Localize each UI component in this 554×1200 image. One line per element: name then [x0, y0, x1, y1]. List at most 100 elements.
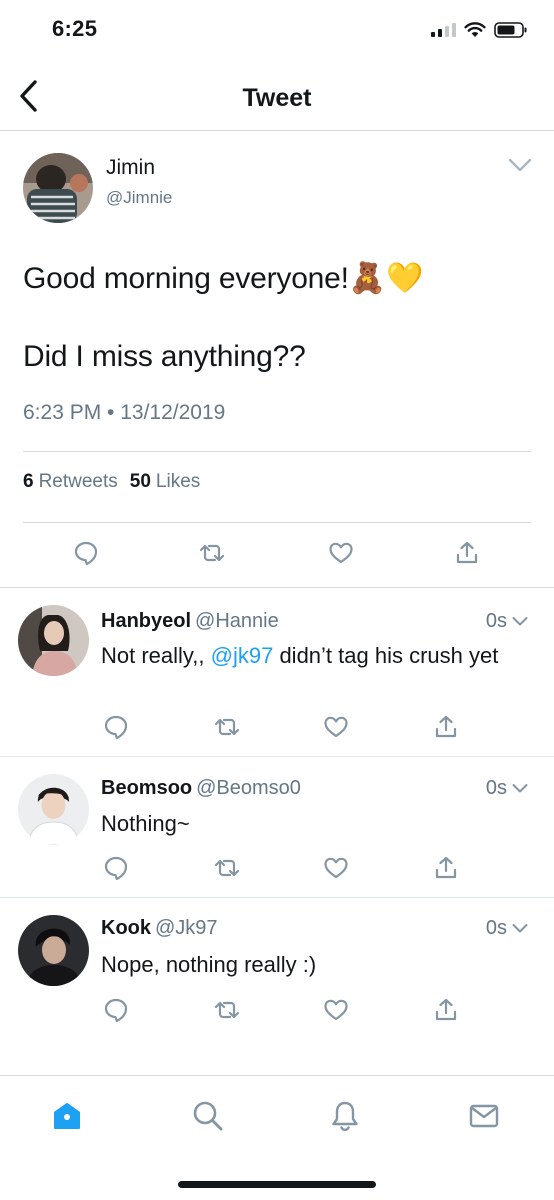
avatar[interactable]: [18, 774, 89, 845]
divider: [23, 451, 531, 452]
reply-button[interactable]: [102, 996, 130, 1024]
like-button[interactable]: [322, 854, 350, 882]
share-button[interactable]: [453, 539, 481, 567]
retweets-label: Retweets: [38, 471, 118, 492]
retweet-icon: [199, 544, 225, 562]
main-tweet: Jimin @Jimnie Good morning everyone!🧸💛 D…: [0, 131, 554, 588]
reply-time: 0s: [486, 777, 528, 800]
wifi-icon: [464, 22, 486, 37]
reply-timestamp: 0s: [485, 777, 507, 799]
reply-author-handle[interactable]: @Beomso0: [196, 777, 301, 799]
retweet-icon: [214, 859, 240, 877]
tweet-text: Good morning everyone!🧸💛 Did I miss anyt…: [23, 259, 534, 376]
retweet-button[interactable]: [213, 713, 241, 741]
reply-header: Beomsoo @Beomso0: [101, 777, 301, 800]
battery-icon: [494, 22, 527, 38]
tweet-text-line2: Did I miss anything??: [23, 340, 306, 373]
author-handle[interactable]: @Jimnie: [106, 188, 172, 208]
like-button[interactable]: [322, 713, 350, 741]
share-button[interactable]: [432, 996, 460, 1024]
reply-timestamp: 0s: [485, 917, 507, 939]
like-button[interactable]: [322, 996, 350, 1024]
heart-icon: [324, 999, 348, 1021]
reply-author-handle[interactable]: @Jk97: [155, 917, 218, 939]
reply-author-name[interactable]: Hanbyeol: [101, 610, 191, 632]
tweet-stats: 6 Retweets 50 Likes: [23, 471, 200, 493]
retweet-icon: [214, 1001, 240, 1019]
status-time: 6:25: [52, 16, 98, 41]
signal-icon: [431, 23, 456, 37]
mail-icon: [469, 1104, 499, 1128]
chevron-down-icon[interactable]: [512, 783, 528, 794]
likes-count: 50: [129, 471, 151, 492]
reply-text: Not really,, @jk97 didn’t tag his crush …: [101, 641, 524, 670]
reply-text-before: Not really,,: [101, 643, 211, 668]
more-button[interactable]: [508, 157, 532, 173]
divider: [23, 522, 531, 523]
tweet-timestamp: 6:23 PM • 13/12/2019: [23, 401, 226, 424]
reply-timestamp: 0s: [485, 610, 507, 632]
bell-icon: [332, 1101, 358, 1131]
reply-text: Nothing~: [101, 811, 190, 836]
tab-messages[interactable]: [466, 1098, 502, 1134]
reply-button[interactable]: [102, 854, 130, 882]
page-title: Tweet: [242, 84, 312, 112]
share-icon: [435, 998, 457, 1021]
home-indicator[interactable]: [178, 1181, 376, 1188]
status-icons: [431, 19, 528, 41]
retweet-icon: [214, 718, 240, 736]
avatar[interactable]: [23, 153, 93, 223]
retweet-button[interactable]: [213, 996, 241, 1024]
retweet-button[interactable]: [213, 854, 241, 882]
retweets-count: 6: [23, 471, 34, 492]
like-button[interactable]: [327, 539, 355, 567]
home-icon: [54, 1103, 80, 1129]
status-bar: 6:25: [0, 0, 554, 60]
heart-icon: [324, 857, 348, 879]
share-icon: [435, 856, 457, 879]
reply-item[interactable]: Kook @Jk97 0s Nope, nothing really :): [0, 898, 554, 1040]
tweet-emoji: 🧸💛: [348, 262, 424, 295]
likes-stat[interactable]: 50 Likes: [130, 471, 201, 493]
chevron-down-icon: [508, 158, 532, 172]
search-icon: [193, 1101, 223, 1131]
reply-header: Kook @Jk97: [101, 917, 218, 940]
chevron-down-icon[interactable]: [512, 923, 528, 934]
reply-bubble-icon: [104, 856, 128, 881]
reply-bubble-icon: [74, 541, 98, 566]
share-button[interactable]: [432, 713, 460, 741]
tab-search[interactable]: [190, 1098, 226, 1134]
tweet-actions: [0, 533, 554, 573]
reply-header: Hanbyeol @Hannie: [101, 610, 279, 633]
avatar[interactable]: [18, 605, 89, 676]
tweet-text-line1: Good morning everyone!: [23, 262, 349, 295]
reply-button[interactable]: [102, 713, 130, 741]
mention-link[interactable]: @jk97: [211, 643, 274, 668]
heart-icon: [324, 716, 348, 738]
share-button[interactable]: [432, 854, 460, 882]
retweet-button[interactable]: [198, 539, 226, 567]
reply-bubble-icon: [104, 998, 128, 1023]
nav-bar: Tweet: [0, 60, 554, 131]
chevron-down-icon[interactable]: [512, 616, 528, 627]
reply-text-after: didn’t tag his crush yet: [273, 643, 499, 668]
reply-time: 0s: [486, 917, 528, 940]
reply-item[interactable]: Hanbyeol @Hannie 0s Not really,, @jk97 di…: [0, 589, 554, 757]
likes-label: Likes: [155, 471, 201, 492]
reply-time: 0s: [486, 610, 528, 633]
reply-bubble-icon: [104, 715, 128, 740]
reply-item[interactable]: Beomsoo @Beomso0 0s Nothing~: [0, 757, 554, 898]
share-icon: [435, 715, 457, 738]
retweets-stat[interactable]: 6 Retweets: [23, 471, 118, 493]
share-icon: [456, 541, 478, 564]
tab-home[interactable]: [49, 1098, 85, 1134]
reply-author-handle[interactable]: @Hannie: [195, 610, 279, 632]
tab-notifications[interactable]: [327, 1098, 363, 1134]
avatar[interactable]: [18, 915, 89, 986]
reply-text: Nope, nothing really :): [101, 952, 317, 977]
reply-author-name[interactable]: Beomsoo: [101, 777, 192, 799]
reply-button[interactable]: [72, 539, 100, 567]
reply-author-name[interactable]: Kook: [101, 917, 151, 939]
author-name[interactable]: Jimin: [106, 156, 155, 180]
heart-icon: [329, 542, 353, 564]
